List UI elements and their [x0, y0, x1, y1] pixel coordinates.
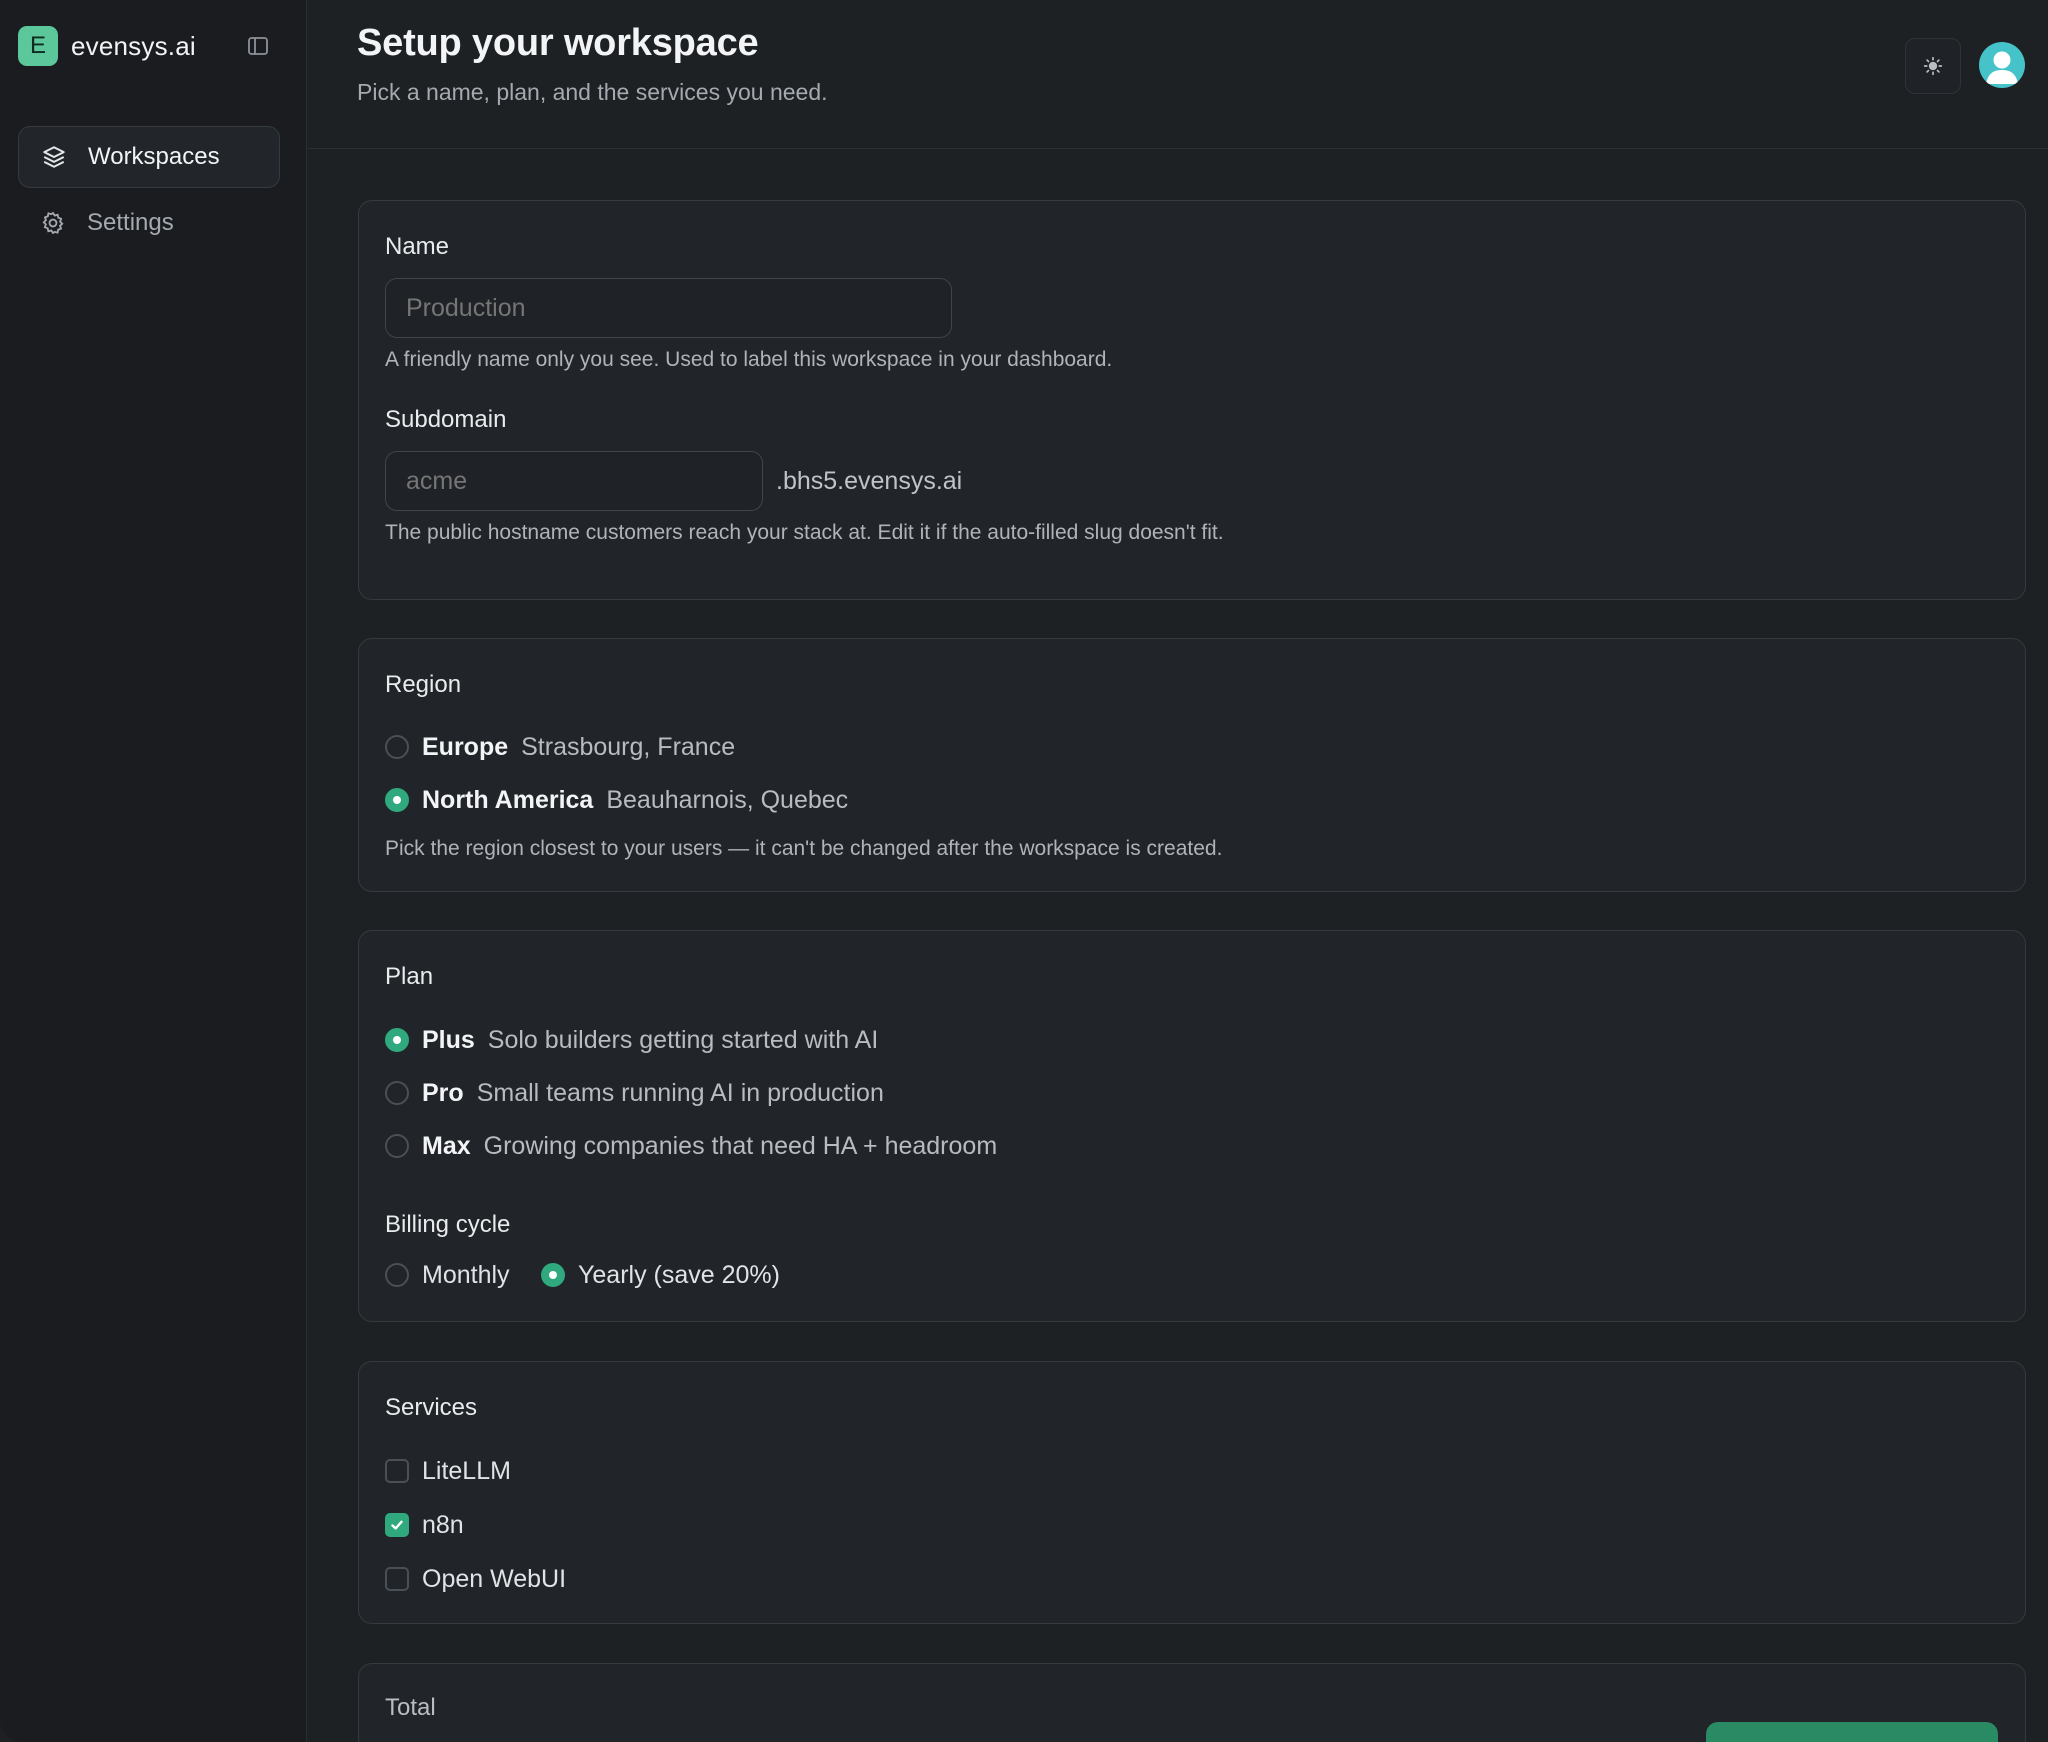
- region-label: Region: [385, 671, 462, 698]
- name-label: Name: [385, 233, 450, 260]
- brand[interactable]: E evensys.ai: [18, 26, 196, 66]
- create-workspace-button[interactable]: [1706, 1722, 1998, 1742]
- option-title: Europe: [422, 732, 509, 761]
- sun-icon: [1923, 56, 1943, 76]
- billing-option-monthly[interactable]: Monthly: [385, 1258, 510, 1292]
- radio-button[interactable]: [385, 788, 409, 812]
- sidebar-item-settings[interactable]: Settings: [18, 192, 280, 254]
- option-label: LiteLLM: [422, 1456, 511, 1485]
- region-option-north-america[interactable]: North America Beauharnois, Quebec: [385, 783, 848, 817]
- option-label: Open WebUI: [422, 1564, 567, 1593]
- option-description: Small teams running AI in production: [476, 1078, 884, 1107]
- option-description: Solo builders getting started with AI: [487, 1025, 879, 1054]
- radio-button[interactable]: [385, 1263, 409, 1287]
- option-label: Yearly (save 20%): [578, 1260, 780, 1289]
- total-label: Total: [385, 1694, 436, 1721]
- page-header: Setup your workspace Pick a name, plan, …: [307, 0, 2048, 149]
- radio-button[interactable]: [385, 1134, 409, 1158]
- plan-label: Plan: [385, 963, 434, 990]
- radio-button[interactable]: [541, 1263, 565, 1287]
- brand-name: evensys.ai: [71, 30, 196, 61]
- checkbox[interactable]: [385, 1459, 409, 1483]
- page-title: Setup your workspace: [357, 22, 759, 64]
- option-description: Growing companies that need HA + headroo…: [483, 1131, 998, 1160]
- option-title: Plus: [422, 1025, 475, 1054]
- service-option-open-webui[interactable]: Open WebUI: [385, 1562, 566, 1596]
- option-description: Beauharnois, Quebec: [606, 785, 849, 814]
- user-avatar-icon[interactable]: [1979, 42, 2025, 88]
- option-label: Monthly: [422, 1260, 510, 1289]
- app-window: E evensys.ai Workspaces Settings Setup y…: [0, 0, 2048, 1742]
- services-label: Services: [385, 1394, 478, 1421]
- region-option-europe[interactable]: Europe Strasbourg, France: [385, 730, 735, 764]
- radio-button[interactable]: [385, 1081, 409, 1105]
- option-title: Max: [422, 1131, 471, 1160]
- service-option-litellm[interactable]: LiteLLM: [385, 1454, 511, 1488]
- billing-cycle-label: Billing cycle: [385, 1211, 511, 1238]
- gear-icon: [40, 210, 66, 236]
- sidebar-item-label: Workspaces: [88, 143, 220, 170]
- billing-option-yearly[interactable]: Yearly (save 20%): [541, 1258, 780, 1292]
- brand-logo: E: [18, 26, 58, 66]
- checkbox[interactable]: [385, 1513, 409, 1537]
- sidebar-toggle-icon[interactable]: [246, 34, 270, 58]
- plan-card: Plan Plus Solo builders getting started …: [358, 930, 2026, 1322]
- service-option-n8n[interactable]: n8n: [385, 1508, 464, 1542]
- name-input[interactable]: [385, 278, 952, 338]
- option-title: North America: [422, 785, 594, 814]
- radio-button[interactable]: [385, 735, 409, 759]
- check-icon: [391, 1520, 403, 1530]
- sidebar-item-workspaces[interactable]: Workspaces: [18, 126, 280, 188]
- option-label: n8n: [422, 1510, 464, 1539]
- subdomain-suffix: .bhs5.evensys.ai: [776, 467, 963, 495]
- name-card: Name A friendly name only you see. Used …: [358, 200, 2026, 600]
- radio-button[interactable]: [385, 1028, 409, 1052]
- checkbox[interactable]: [385, 1567, 409, 1591]
- plan-option-pro[interactable]: Pro Small teams running AI in production: [385, 1076, 884, 1110]
- subdomain-input[interactable]: [385, 451, 763, 511]
- page-subtitle: Pick a name, plan, and the services you …: [357, 79, 828, 105]
- name-help: A friendly name only you see. Used to la…: [385, 348, 1113, 371]
- services-card: Services LiteLLM n8n Open WebUI: [358, 1361, 2026, 1624]
- sidebar-item-label: Settings: [87, 209, 174, 236]
- region-card: Region Europe Strasbourg, France North A…: [358, 638, 2026, 892]
- theme-toggle-button[interactable]: [1905, 38, 1961, 94]
- option-title: Pro: [422, 1078, 464, 1107]
- sidebar: E evensys.ai Workspaces Settings: [0, 0, 307, 1742]
- plan-option-plus[interactable]: Plus Solo builders getting started with …: [385, 1023, 878, 1057]
- option-description: Strasbourg, France: [521, 732, 736, 761]
- plan-option-max[interactable]: Max Growing companies that need HA + hea…: [385, 1129, 997, 1163]
- subdomain-help: The public hostname customers reach your…: [385, 521, 1224, 544]
- region-help: Pick the region closest to your users — …: [385, 837, 1223, 860]
- layers-icon: [41, 144, 67, 170]
- subdomain-label: Subdomain: [385, 406, 507, 433]
